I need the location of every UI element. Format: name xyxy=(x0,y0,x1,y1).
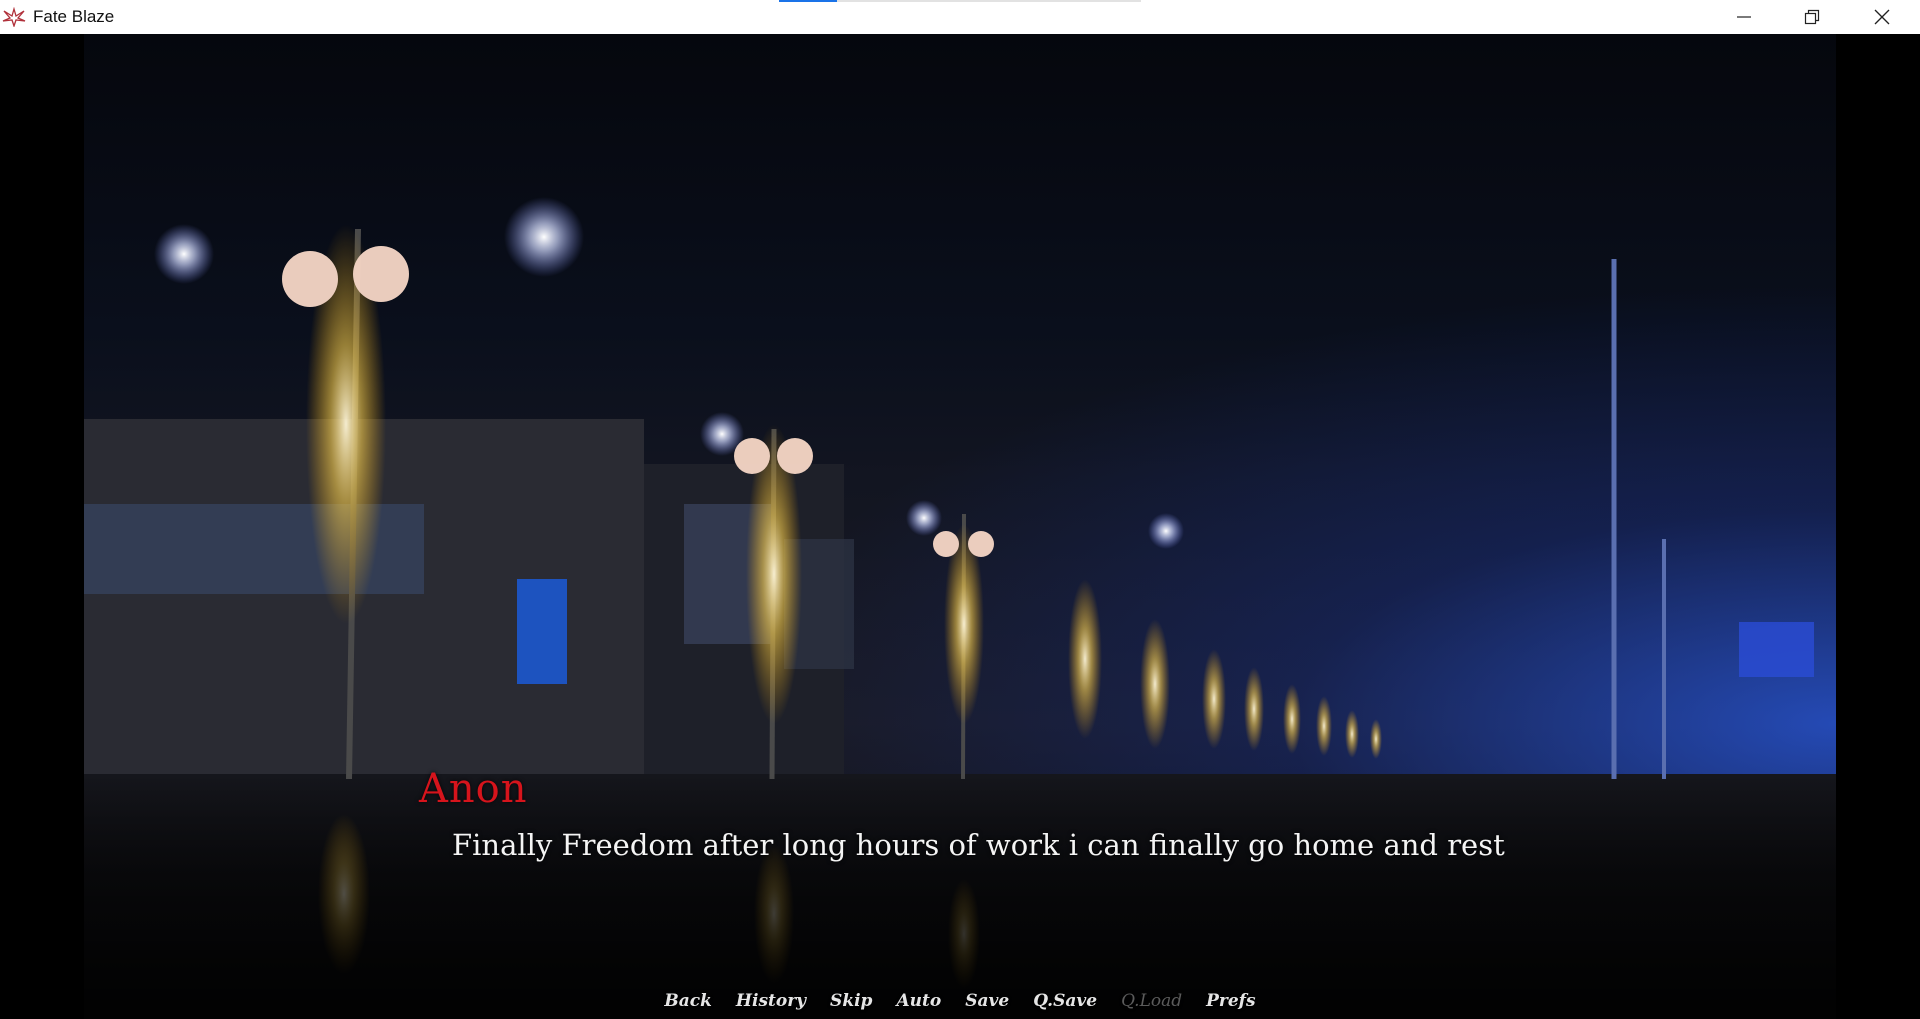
quick-menu-auto-button[interactable]: Auto xyxy=(896,991,941,1019)
game-viewport[interactable]: Anon Finally Freedom after long hours of… xyxy=(84,34,1836,1019)
quick-menu: Back History Skip Auto Save Q.Save Q.Loa… xyxy=(84,991,1836,1019)
quick-menu-save-button[interactable]: Save xyxy=(965,991,1009,1019)
quick-menu-quicksave-button[interactable]: Q.Save xyxy=(1033,991,1097,1019)
speaker-name: Anon xyxy=(419,766,528,812)
app-logo-icon xyxy=(2,7,26,27)
window-titlebar[interactable]: Fate Blaze xyxy=(0,0,1920,34)
quick-menu-back-button[interactable]: Back xyxy=(664,991,712,1019)
quick-menu-prefs-button[interactable]: Prefs xyxy=(1206,991,1255,1019)
restore-button[interactable] xyxy=(1778,0,1846,34)
loading-progress-bar xyxy=(779,0,1141,2)
close-button[interactable] xyxy=(1848,0,1916,34)
quick-menu-history-button[interactable]: History xyxy=(736,991,806,1019)
dialogue-box[interactable] xyxy=(84,774,1836,1019)
quick-menu-quickload-button: Q.Load xyxy=(1121,991,1183,1011)
window-title: Fate Blaze xyxy=(33,7,115,26)
quick-menu-skip-button[interactable]: Skip xyxy=(830,991,872,1019)
loading-progress-fill xyxy=(779,0,837,2)
minimize-icon xyxy=(1737,16,1751,18)
restore-icon xyxy=(1804,9,1820,25)
dialogue-text: Finally Freedom after long hours of work… xyxy=(452,828,1505,862)
close-icon xyxy=(1874,9,1890,25)
minimize-button[interactable] xyxy=(1710,0,1778,34)
